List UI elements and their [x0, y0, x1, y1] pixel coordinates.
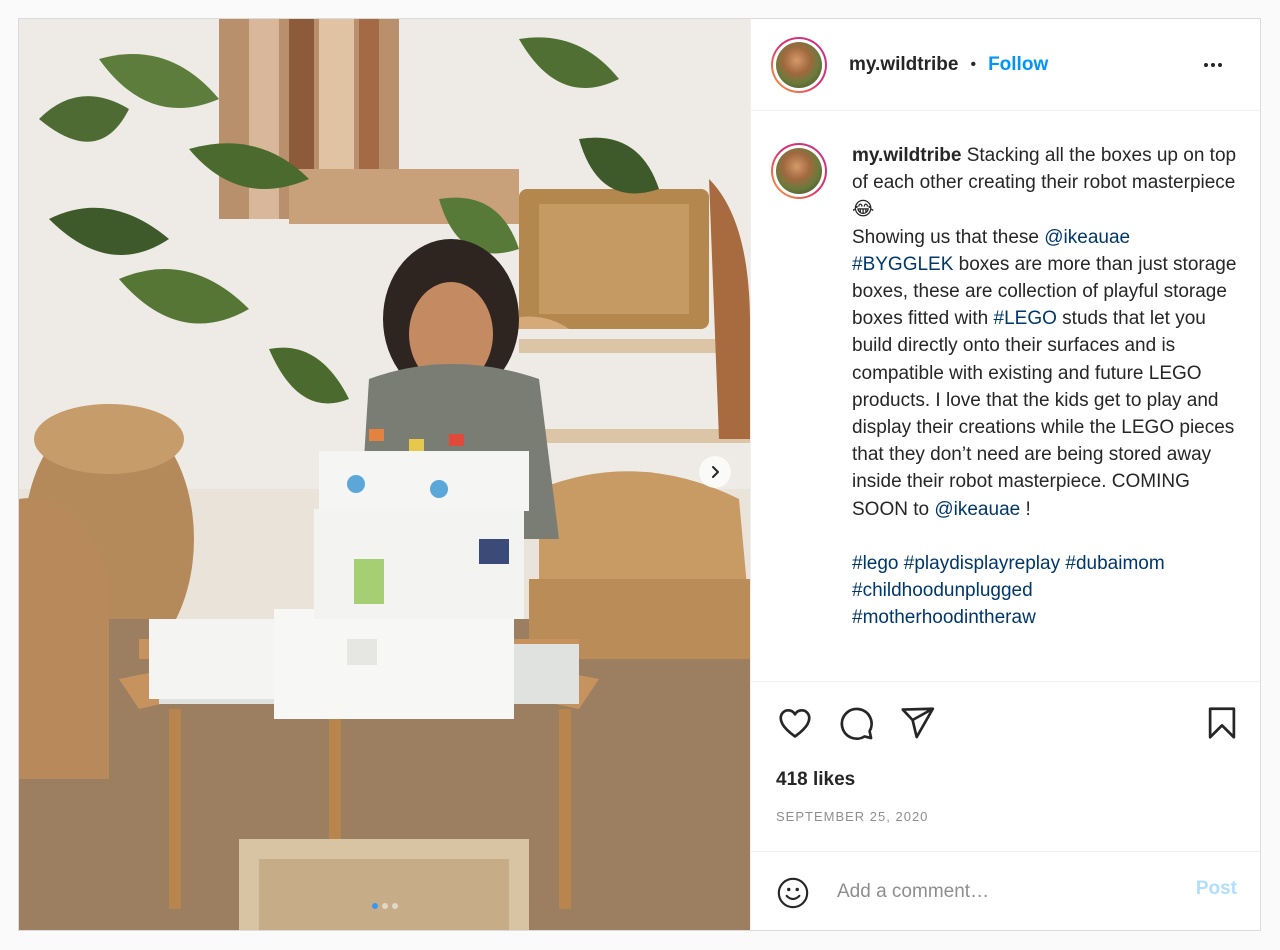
more-options-icon: [1204, 63, 1222, 67]
save-button[interactable]: [1203, 704, 1241, 747]
share-icon: [901, 707, 935, 739]
carousel-dots: [19, 903, 750, 909]
header-username[interactable]: my.wildtribe: [849, 54, 958, 76]
post-card: my.wildtribe • Follow my.wildtribe Stack…: [18, 18, 1261, 931]
more-options-button[interactable]: [1201, 53, 1225, 82]
caption-segment: !: [1025, 498, 1031, 520]
avatar[interactable]: [771, 36, 827, 93]
avatar-border: [773, 145, 825, 197]
carousel-dot: [371, 903, 378, 909]
carousel-next-button[interactable]: [699, 456, 731, 488]
post-photo[interactable]: [19, 19, 750, 930]
avatar-border: [773, 38, 825, 91]
hashtag-link[interactable]: #lego: [852, 553, 899, 574]
heart-icon: [779, 708, 811, 738]
avatar-image: [776, 148, 822, 194]
post-side-panel: my.wildtribe • Follow my.wildtribe Stack…: [750, 19, 1260, 930]
emoji-icon: [777, 877, 809, 909]
comment-icon: [840, 707, 873, 740]
caption-username[interactable]: my.wildtribe: [852, 145, 961, 166]
post-comment-button[interactable]: Post: [1196, 878, 1237, 900]
caption-body: Stacking all the boxes up on top of each…: [852, 145, 1242, 628]
post-header: my.wildtribe • Follow: [751, 19, 1260, 111]
hashtag-link[interactable]: #childhoodunplugged: [852, 580, 1033, 601]
caption-text: my.wildtribe Stacking all the boxes up o…: [852, 142, 1250, 632]
comment-button[interactable]: [837, 704, 875, 747]
like-button[interactable]: [776, 704, 814, 747]
avatar-image: [776, 41, 822, 88]
caption-avatar[interactable]: [771, 143, 827, 199]
follow-button[interactable]: Follow: [988, 54, 1048, 76]
likes-count[interactable]: 418 likes: [776, 769, 855, 791]
caption-area: my.wildtribe Stacking all the boxes up o…: [751, 111, 1260, 682]
post-date[interactable]: SEPTEMBER 25, 2020: [776, 809, 928, 824]
mention-link[interactable]: @ikeauae: [1044, 227, 1130, 248]
bookmark-icon: [1208, 707, 1236, 739]
hashtag-link[interactable]: #dubaimom: [1065, 553, 1164, 574]
emoji-button[interactable]: [776, 876, 810, 915]
post-photo-illustration: [19, 19, 750, 930]
carousel-dot: [381, 903, 388, 909]
comment-input[interactable]: [837, 876, 1167, 908]
caption-segment: studs that let you build directly onto t…: [852, 308, 1240, 520]
action-bar: [751, 686, 1260, 756]
comment-bar: Post: [751, 851, 1260, 930]
carousel-dot: [391, 903, 398, 909]
hashtag-link[interactable]: #motherhoodintheraw: [852, 607, 1036, 628]
share-button[interactable]: [898, 704, 936, 747]
hashtag-link[interactable]: #BYGGLEK: [852, 254, 953, 275]
header-separator: •: [970, 55, 977, 73]
chevron-right-icon: [712, 466, 719, 478]
mention-link[interactable]: @ikeauae: [934, 499, 1020, 520]
hashtag-link[interactable]: #LEGO: [994, 308, 1057, 329]
hashtag-link[interactable]: #playdisplayreplay: [904, 553, 1060, 574]
